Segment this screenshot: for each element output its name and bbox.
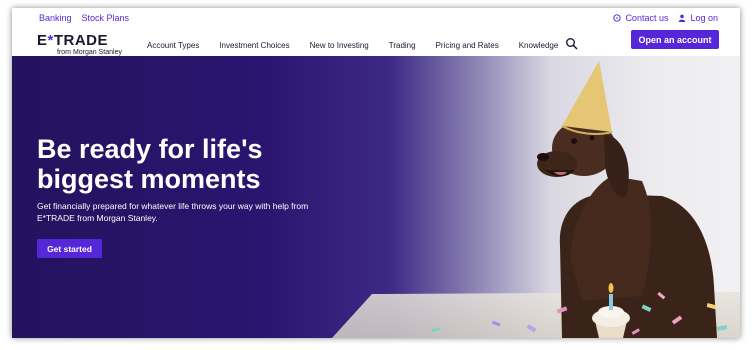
log-on-label: Log on: [690, 13, 718, 23]
nav-new-to-investing[interactable]: New to Investing: [310, 41, 369, 50]
hero-banner: Be ready for life's biggest moments Get …: [12, 56, 740, 338]
search-button[interactable]: [565, 37, 579, 51]
nav-trading[interactable]: Trading: [389, 41, 416, 50]
get-started-button[interactable]: Get started: [37, 239, 102, 258]
nav-investment-choices[interactable]: Investment Choices: [219, 41, 289, 50]
chat-icon: [613, 14, 622, 22]
utility-bar: Banking Stock Plans Contact us Log on: [12, 8, 740, 30]
log-on-link[interactable]: Log on: [678, 13, 718, 23]
utility-actions: Contact us Log on: [613, 13, 718, 23]
browser-page: Banking Stock Plans Contact us Log on E*…: [12, 8, 740, 338]
birthday-dog-image: [332, 61, 740, 338]
utility-links: Banking Stock Plans: [39, 13, 129, 23]
nav-menu: Account Types Investment Choices New to …: [147, 41, 558, 50]
hero-title: Be ready for life's biggest moments: [37, 134, 337, 194]
nav-knowledge[interactable]: Knowledge: [519, 41, 559, 50]
user-icon: [679, 14, 686, 22]
contact-us-label: Contact us: [625, 13, 669, 23]
contact-us-link[interactable]: Contact us: [613, 13, 668, 23]
stock-plans-link[interactable]: Stock Plans: [82, 13, 130, 23]
hero-subtitle: Get financially prepared for whatever li…: [37, 201, 309, 223]
banking-link[interactable]: Banking: [39, 13, 72, 23]
nav-account-types[interactable]: Account Types: [147, 41, 199, 50]
open-account-button[interactable]: Open an account: [631, 30, 719, 49]
nav-pricing-and-rates[interactable]: Pricing and Rates: [436, 41, 499, 50]
logo-text-right: TRADE: [53, 32, 109, 49]
search-icon: [566, 38, 578, 50]
hero-title-line1: Be ready for life's: [37, 134, 263, 164]
logo-subtitle: from Morgan Stanley: [57, 49, 122, 56]
logo-text-left: E: [37, 32, 48, 49]
logo-wordmark: E*TRADE: [37, 33, 127, 48]
hero-title-line2: biggest moments: [37, 164, 261, 194]
